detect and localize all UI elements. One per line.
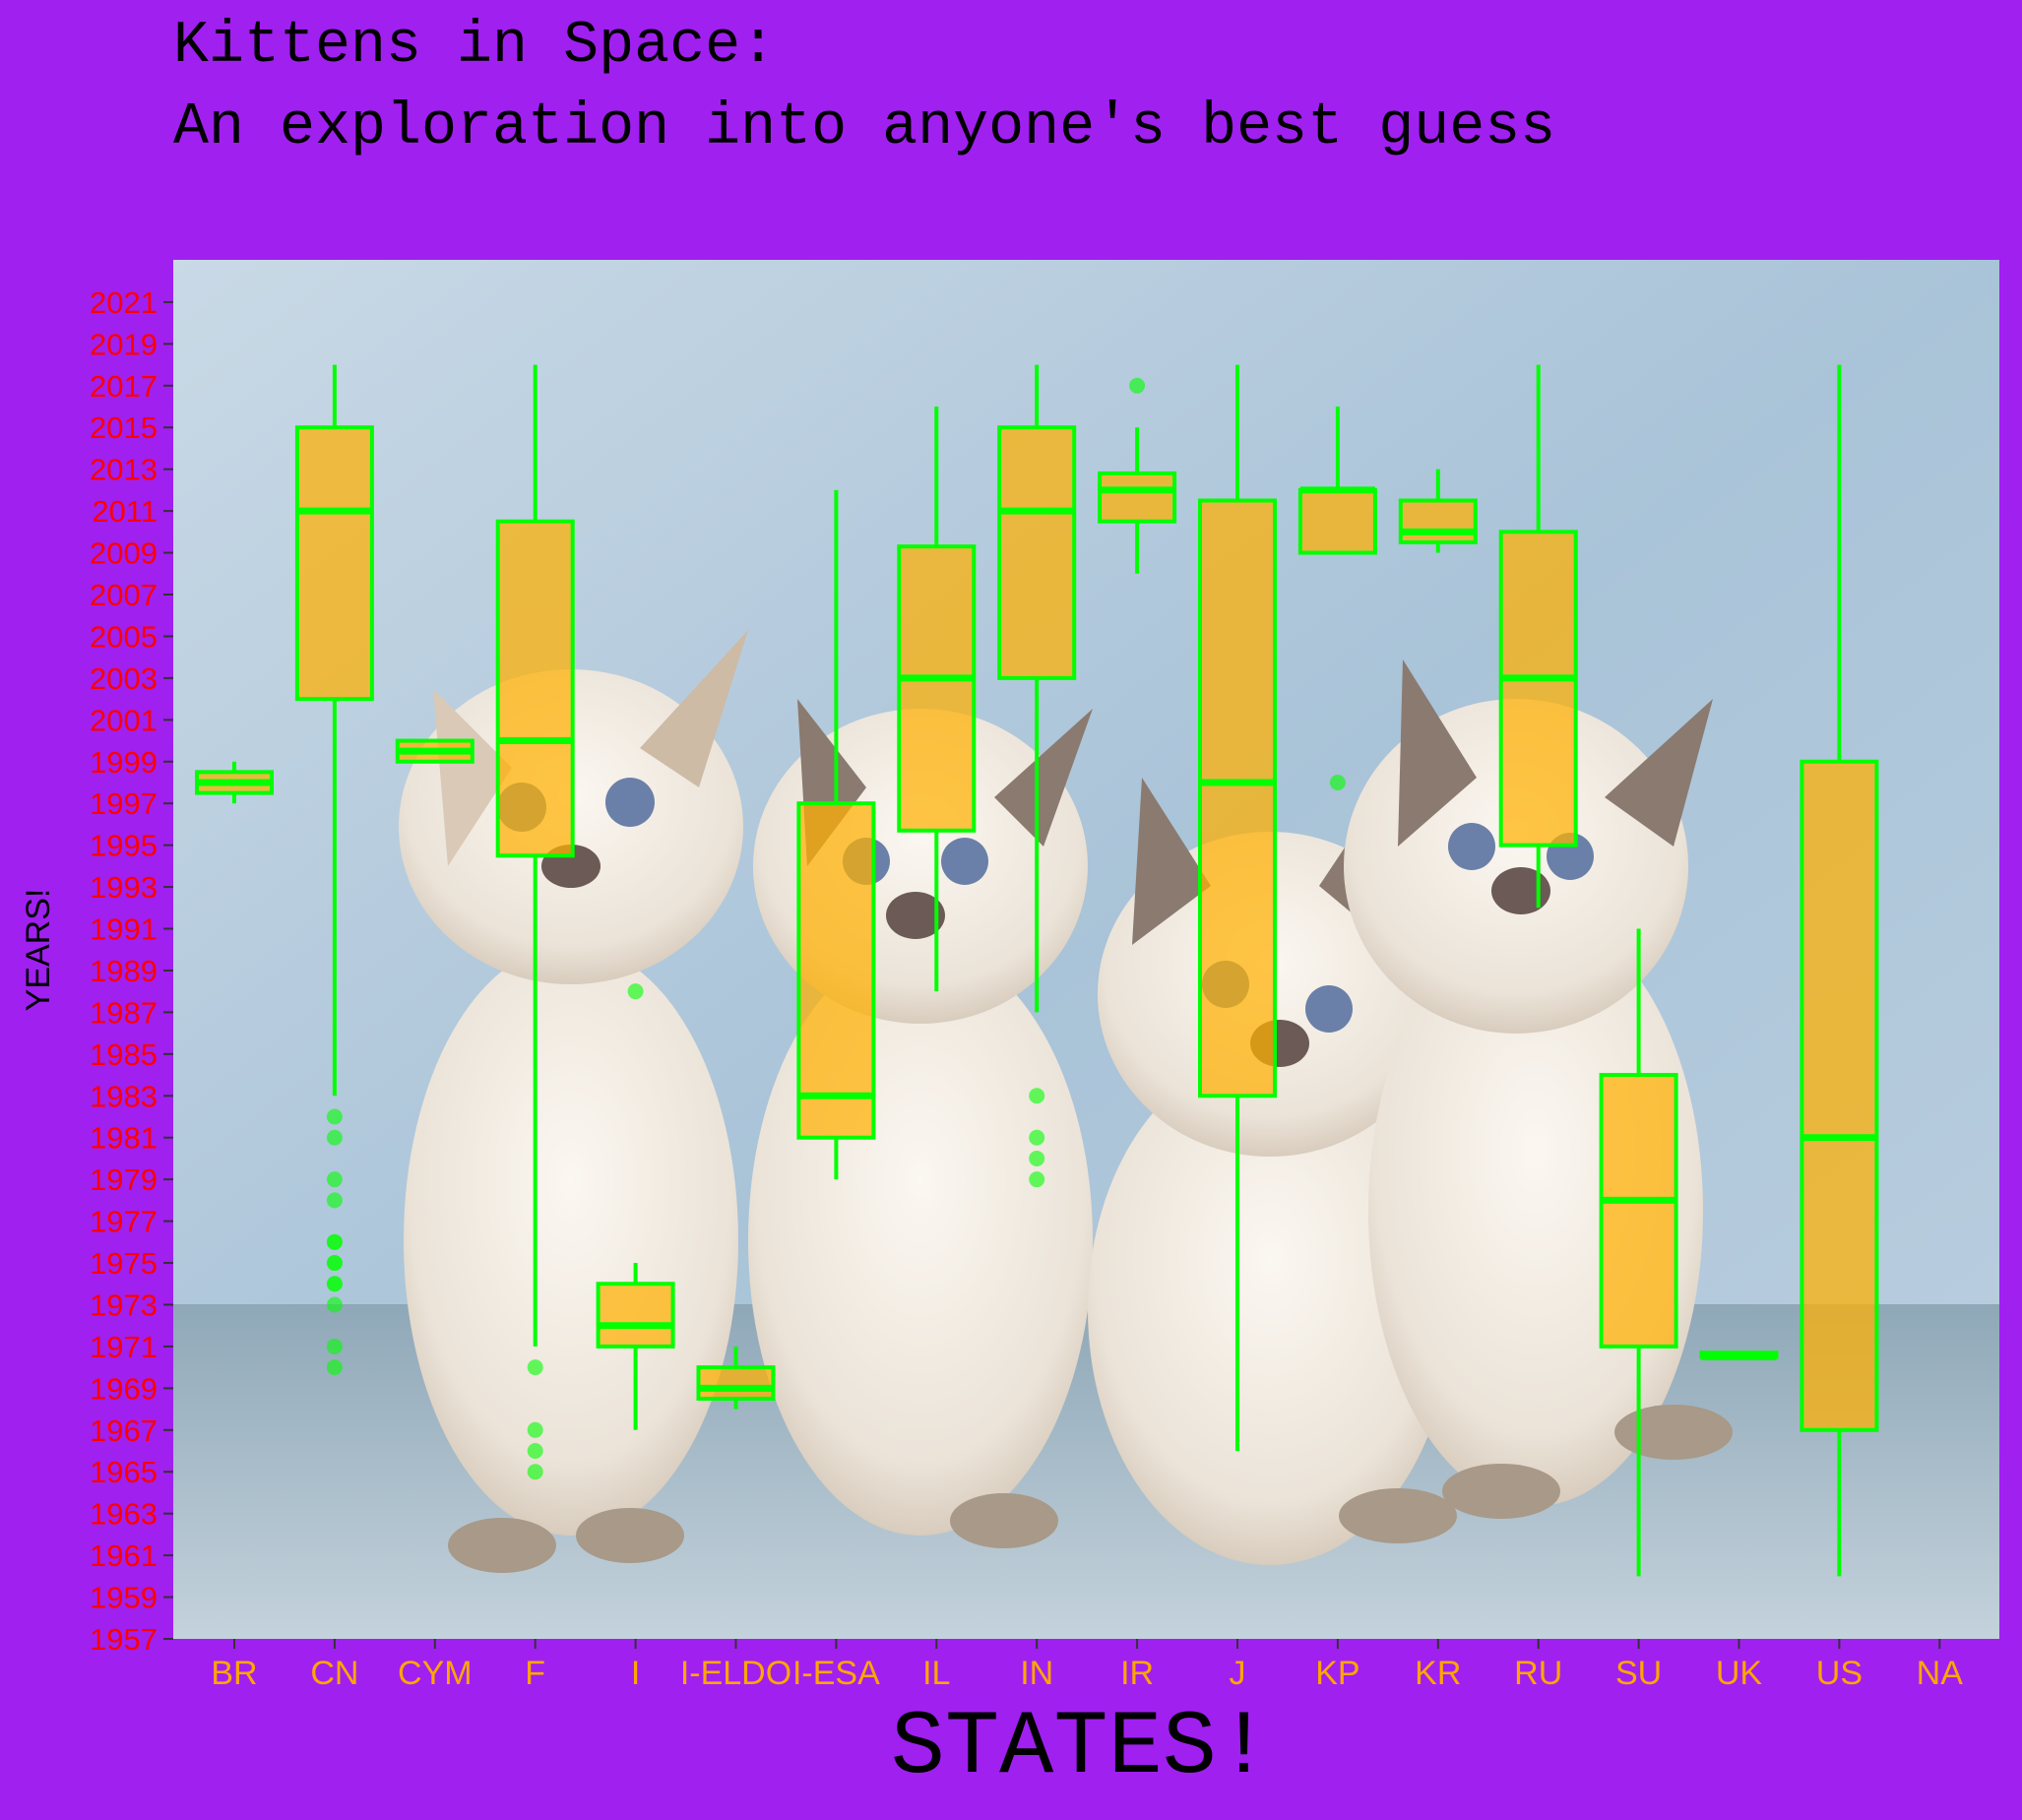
outlier-point [326, 1108, 343, 1125]
x-tick-label: I-ELDO [680, 1655, 791, 1692]
box-iqr [1297, 487, 1377, 555]
box-iqr [596, 1282, 675, 1349]
y-tick-label: 2009 [90, 536, 158, 571]
x-tick-label: I-ESA [792, 1655, 880, 1692]
y-tick-label: 1959 [90, 1581, 158, 1615]
x-tick-label: IL [922, 1655, 950, 1692]
outlier-point [627, 983, 644, 1000]
y-tick-label: 2003 [90, 661, 158, 696]
outlier-point [1029, 1171, 1045, 1188]
outlier-point [326, 1171, 343, 1188]
x-tick-label: SU [1615, 1655, 1662, 1692]
y-tick-label: 1975 [90, 1246, 158, 1281]
outlier-point [1329, 774, 1346, 790]
x-tick-label: RU [1514, 1655, 1562, 1692]
x-tick-label: CN [310, 1655, 358, 1692]
y-tick-label: 1987 [90, 995, 158, 1030]
box-iqr [796, 801, 876, 1140]
y-tick-label: 1997 [90, 786, 158, 821]
y-tick-label: 1995 [90, 829, 158, 863]
y-tick-label: 1967 [90, 1413, 158, 1448]
box-iqr [1398, 498, 1478, 544]
x-tick-label: IR [1120, 1655, 1154, 1692]
box-iqr [1800, 759, 1879, 1432]
chart-subtitle: An exploration into anyone's best guess [173, 94, 1555, 161]
x-tick-label: I [631, 1655, 640, 1692]
y-tick-label: 2017 [90, 369, 158, 404]
outlier-point [326, 1255, 343, 1272]
x-tick-label: UK [1716, 1655, 1763, 1692]
y-tick-label: 1991 [90, 912, 158, 947]
y-tick-label: 1989 [90, 954, 158, 988]
outlier-point [326, 1129, 343, 1146]
y-tick-label: 2001 [90, 703, 158, 737]
outlier-point [1129, 377, 1146, 394]
box-cym [395, 738, 474, 764]
box-uk [1699, 1350, 1779, 1361]
chart-svg: Kittens in Space: An exploration into an… [20, 13, 1999, 1799]
outlier-point [1029, 1088, 1045, 1104]
y-tick-label: 1965 [90, 1455, 158, 1489]
x-tick-label: F [525, 1655, 545, 1692]
outlier-point [326, 1338, 343, 1354]
chart-title: Kittens in Space: [173, 13, 776, 80]
x-tick-label: NA [1917, 1655, 1964, 1692]
y-tick-label: 2019 [90, 327, 158, 361]
y-tick-label: 2007 [90, 578, 158, 612]
y-tick-label: 1969 [90, 1371, 158, 1406]
box-iqr [1599, 1073, 1678, 1349]
outlier-point [326, 1276, 343, 1292]
box-iqr [696, 1365, 776, 1401]
x-tick-label: IN [1020, 1655, 1053, 1692]
x-axis: BR CN CYM F I I-ELDO I-ESA IL IN IR J KP KR RU SU UK US N… [211, 1639, 1963, 1692]
y-tick-label: 1977 [90, 1205, 158, 1239]
y-tick-label: 1973 [90, 1287, 158, 1322]
x-tick-label: US [1816, 1655, 1863, 1692]
box-iqr [294, 425, 374, 702]
box-iqr [1098, 471, 1177, 524]
y-tick-label: 1957 [90, 1622, 158, 1657]
x-tick-label: KR [1415, 1655, 1461, 1692]
box-iqr [897, 544, 977, 833]
outlier-point [326, 1359, 343, 1376]
x-tick-label: BR [211, 1655, 257, 1692]
kitten-photo-panel [173, 260, 1999, 1639]
outlier-point [527, 1464, 543, 1480]
box-iqr [997, 425, 1077, 680]
y-tick-label: 1979 [90, 1162, 158, 1197]
x-tick-label: KP [1315, 1655, 1359, 1692]
y-tick-label: 1999 [90, 745, 158, 780]
y-tick-label: 2005 [90, 619, 158, 654]
x-axis-title: STATES! [891, 1696, 1271, 1799]
y-tick-label: 1961 [90, 1538, 158, 1573]
y-tick-label: 1993 [90, 870, 158, 905]
y-tick-label: 1963 [90, 1497, 158, 1532]
outlier-point [326, 1192, 343, 1209]
box-iqr [1198, 498, 1277, 1098]
y-tick-label: 2013 [90, 453, 158, 487]
y-tick-label: 1983 [90, 1079, 158, 1113]
outlier-point [527, 1443, 543, 1460]
y-tick-label: 2021 [90, 285, 158, 320]
x-tick-label: J [1230, 1655, 1246, 1692]
y-axis-title: YEARS! [20, 889, 57, 1012]
y-tick-label: 1985 [90, 1037, 158, 1072]
outlier-point [527, 1359, 543, 1376]
y-tick-label: 1981 [90, 1121, 158, 1156]
y-tick-label: 2011 [92, 494, 158, 529]
outlier-point [527, 1421, 543, 1438]
outlier-point [1029, 1129, 1045, 1146]
chart-frame: Kittens in Space: An exploration into an… [0, 0, 2022, 1820]
x-tick-label: CYM [398, 1655, 473, 1692]
y-tick-label: 1971 [90, 1330, 158, 1364]
outlier-point [326, 1233, 343, 1250]
y-tick-label: 2015 [90, 410, 158, 445]
outlier-point [1029, 1150, 1045, 1166]
y-axis: 1957 1959 1961 1963 1965 1967 1969 1971 1973 1975… [90, 285, 173, 1657]
box-iqr [1498, 530, 1578, 847]
outlier-point [326, 1296, 343, 1313]
box-iqr [495, 519, 575, 858]
